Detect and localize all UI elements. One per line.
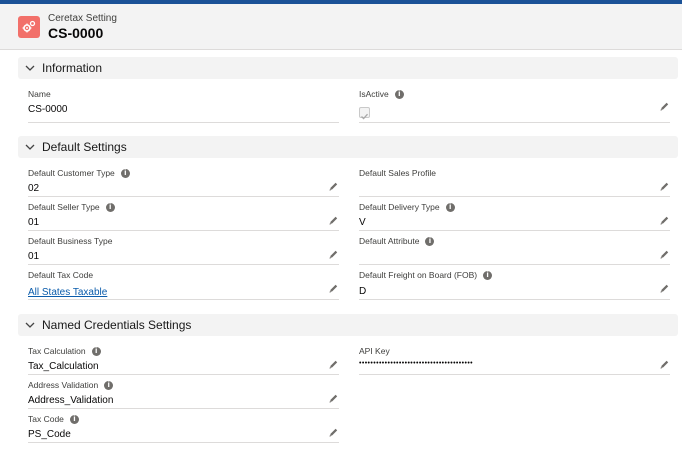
pencil-icon[interactable]	[328, 393, 339, 404]
info-icon[interactable]: i	[91, 346, 101, 356]
field-label: Default Attribute i	[359, 236, 435, 246]
field-default-business-type: Default Business Type 01	[28, 234, 339, 265]
settings-gears-icon	[18, 16, 40, 38]
pencil-icon[interactable]	[659, 249, 670, 260]
field-default-attribute: Default Attribute i	[359, 234, 670, 265]
info-icon[interactable]: i	[120, 168, 130, 178]
info-icon[interactable]: i	[394, 89, 404, 99]
field-label: Tax Code i	[28, 414, 79, 424]
field-api-key: API Key ••••••••••••••••••••••••••••••••…	[359, 344, 670, 375]
isactive-checkbox	[359, 107, 370, 120]
chevron-down-icon	[25, 144, 35, 150]
section-default-settings-header[interactable]: Default Settings	[18, 136, 678, 158]
field-value: 02	[28, 183, 40, 194]
field-label: Default Seller Type i	[28, 202, 115, 212]
field-isactive: IsActive i	[359, 87, 670, 123]
field-default-fob: Default Freight on Board (FOB) i D	[359, 268, 670, 300]
masked-api-key: ••••••••••••••••••••••••••••••••••••••••	[359, 360, 474, 367]
field-label: Default Tax Code	[28, 270, 94, 280]
field-default-sales-profile: Default Sales Profile	[359, 166, 670, 197]
info-icon[interactable]: i	[425, 236, 435, 246]
field-value: CS-0000	[28, 104, 68, 115]
section-title: Default Settings	[42, 140, 127, 154]
info-icon[interactable]: i	[104, 380, 114, 390]
field-label: Name	[28, 89, 51, 99]
chevron-down-icon	[25, 65, 35, 71]
field-value: 01	[28, 217, 40, 228]
field-value: V	[359, 217, 366, 228]
check-icon	[361, 113, 368, 120]
field-default-seller-type: Default Seller Type i 01	[28, 200, 339, 231]
pencil-icon[interactable]	[659, 359, 670, 370]
field-tax-code-credential: Tax Code i PS_Code	[28, 412, 339, 443]
field-value: D	[359, 286, 367, 297]
info-icon[interactable]: i	[483, 270, 493, 280]
object-type-label: Ceretax Setting	[48, 13, 117, 24]
info-icon[interactable]: i	[69, 414, 79, 424]
section-named-credentials-header[interactable]: Named Credentials Settings	[18, 314, 678, 336]
field-label: Default Freight on Board (FOB) i	[359, 270, 493, 280]
field-value: PS_Code	[28, 429, 71, 440]
field-label: Default Customer Type i	[28, 168, 130, 178]
section-title: Named Credentials Settings	[42, 318, 192, 332]
field-value: 01	[28, 251, 40, 262]
field-default-tax-code: Default Tax Code All States Taxable	[28, 268, 339, 300]
field-name: Name CS-0000	[28, 87, 339, 123]
pencil-icon[interactable]	[659, 283, 670, 294]
field-label: API Key	[359, 346, 390, 356]
tax-code-link[interactable]: All States Taxable	[28, 287, 107, 298]
field-value: Tax_Calculation	[28, 361, 99, 372]
pencil-icon[interactable]	[659, 101, 670, 112]
field-label: Tax Calculation i	[28, 346, 101, 356]
field-label: Default Delivery Type i	[359, 202, 455, 212]
field-tax-calculation: Tax Calculation i Tax_Calculation	[28, 344, 339, 375]
section-information-header[interactable]: Information	[18, 57, 678, 79]
field-label: Default Sales Profile	[359, 168, 437, 178]
pencil-icon[interactable]	[659, 215, 670, 226]
pencil-icon[interactable]	[328, 427, 339, 438]
pencil-icon[interactable]	[328, 181, 339, 192]
field-label: IsActive i	[359, 89, 404, 99]
section-title: Information	[42, 61, 103, 75]
field-label: Default Business Type	[28, 236, 113, 246]
record-header: Ceretax Setting CS-0000	[0, 4, 682, 50]
pencil-icon[interactable]	[328, 283, 339, 294]
pencil-icon[interactable]	[328, 215, 339, 226]
pencil-icon[interactable]	[328, 249, 339, 260]
field-default-delivery-type: Default Delivery Type i V	[359, 200, 670, 231]
field-default-customer-type: Default Customer Type i 02	[28, 166, 339, 197]
field-value: Address_Validation	[28, 395, 114, 406]
record-title: CS-0000	[48, 25, 104, 41]
field-address-validation: Address Validation i Address_Validation	[28, 378, 339, 409]
pencil-icon[interactable]	[659, 181, 670, 192]
info-icon[interactable]: i	[445, 202, 455, 212]
chevron-down-icon	[25, 322, 35, 328]
info-icon[interactable]: i	[105, 202, 115, 212]
pencil-icon[interactable]	[328, 359, 339, 370]
field-label: Address Validation i	[28, 380, 114, 390]
